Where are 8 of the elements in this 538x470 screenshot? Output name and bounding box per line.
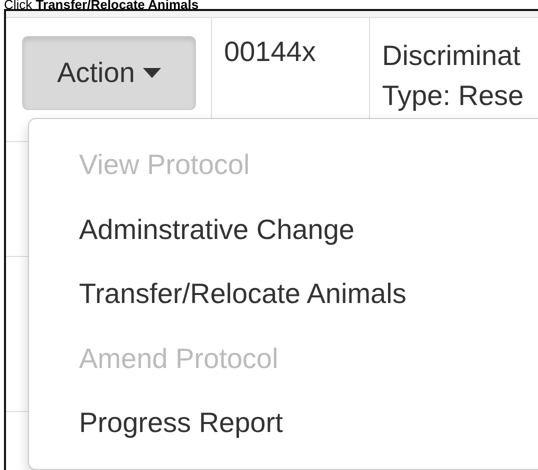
menu-item[interactable]: Progress Report: [29, 391, 538, 456]
menu-item[interactable]: Transfer/Relocate Animals: [29, 262, 538, 326]
action-button[interactable]: Action: [22, 36, 196, 110]
table-cell-text: Discriminat: [382, 39, 522, 73]
table-cell-text: Type: Rese: [382, 79, 525, 113]
menu-item[interactable]: Adminstrative Change: [29, 198, 538, 262]
table-cell: 00144x: [224, 36, 316, 67]
caret-icon: [142, 68, 161, 78]
